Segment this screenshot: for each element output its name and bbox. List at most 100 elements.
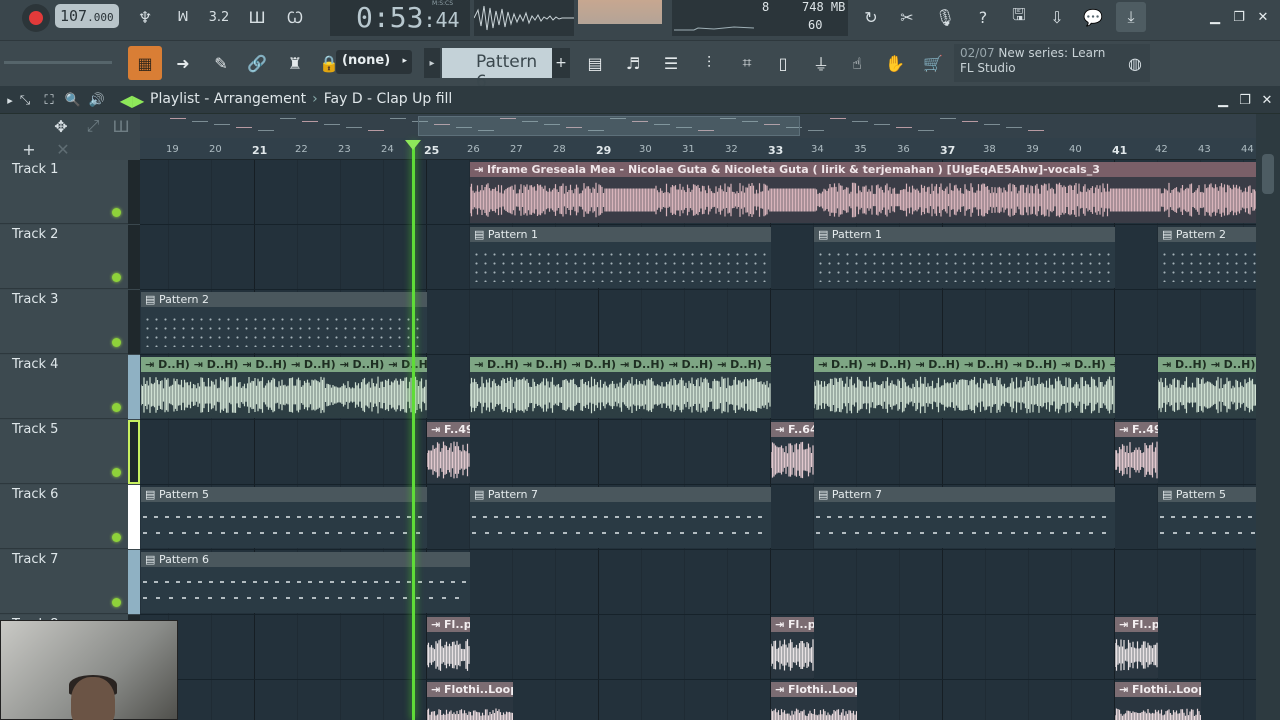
step-edit-icon[interactable]: Ш [242,2,272,32]
globe-icon[interactable]: ◍ [1120,48,1150,78]
pattern-clip[interactable]: ▤ Pattern 6 [141,552,470,613]
plugin-picker-icon[interactable]: ⌗ [730,46,764,80]
audio-clip-flp[interactable]: ⇥ Fl..p [427,617,470,678]
track-color-strip[interactable] [128,160,140,224]
maximize-icon[interactable]: ❐ [1228,6,1250,28]
track-header[interactable]: Track 1 [0,160,128,224]
audio-clip-flp[interactable]: ⇥ Fl..p [771,617,814,678]
piano-roll-icon[interactable]: ♬ [616,46,650,80]
playlist-icon[interactable]: ▤ [578,46,612,80]
track-color-strip[interactable] [128,355,140,419]
blend-notes-icon[interactable]: Ꞷ [280,2,310,32]
overview-window[interactable] [418,116,800,136]
scrollbar-thumb[interactable] [1262,154,1274,194]
audio-clip-dh[interactable]: ⇥ D..H) ⇥ D..H) ⇥ D..H) [1158,357,1256,418]
audio-clip-dh[interactable]: ⇥ D..H) ⇥ D..H) ⇥ D..H) ⇥ D..H) ⇥ D..H) … [470,357,771,418]
arrow-right-icon[interactable]: ➜ [166,46,200,80]
audio-clip-flothi[interactable]: ⇥ Flothi..Loop [427,682,513,720]
track-header[interactable]: Track 2 [0,225,128,289]
vertical-scrollbar[interactable] [1256,114,1280,720]
wait-for-input-icon[interactable]: ꟽ [168,2,198,32]
playlist-grid[interactable]: ⇥ Iframe Greseala Mea - Nicolae Guta & N… [140,160,1256,720]
master-pitch-slider[interactable] [4,61,112,64]
pattern-clip[interactable]: ▤ Pattern 2 [141,292,427,353]
track-mute-led[interactable] [112,598,121,607]
audio-clip-vocals[interactable]: ⇥ Iframe Greseala Mea - Nicolae Guta & N… [470,162,1256,223]
add-track-icon[interactable]: + [16,138,42,160]
pattern-clip[interactable]: ▤ Pattern 5 [1158,487,1256,548]
pattern-clip[interactable]: ▤ Pattern 7 [470,487,771,548]
playlist-minimize-icon[interactable]: ▁ [1212,89,1234,111]
audio-clip-fill[interactable]: ⇥ F..49 [1115,422,1158,483]
track-header[interactable]: Track 4 [0,355,128,419]
pattern-prev-button[interactable]: ▸ [424,48,440,78]
audio-clip-dh[interactable]: ⇥ D..H) ⇥ D..H) ⇥ D..H) ⇥ D..H) ⇥ D..H) … [141,357,427,418]
pointer-tool-icon[interactable]: ⤡ [14,86,36,114]
piano-roll-mini-icon[interactable]: Ш [108,114,134,138]
playlist-maximize-icon[interactable]: ❐ [1234,89,1256,111]
track-color-strip[interactable] [128,485,140,549]
pencil-icon[interactable]: ✎ [204,46,238,80]
download-icon[interactable]: ⤓ [1116,2,1146,32]
metronome-icon[interactable]: ♆ [130,2,160,32]
track-mute-led[interactable] [112,273,121,282]
track-mute-led[interactable] [112,533,121,542]
pattern-clip[interactable]: ▤ Pattern 2 [1158,227,1256,288]
track-color-strip[interactable] [128,290,140,354]
close-icon[interactable]: ✕ [1252,6,1274,28]
add-pattern-button[interactable]: + [552,48,570,78]
playback-tool-icon[interactable]: 🔊 [86,86,108,114]
track-header[interactable]: Track 6 [0,485,128,549]
pattern-clip[interactable]: ▤ Pattern 1 [814,227,1115,288]
browser-icon[interactable]: ▯ [766,46,800,80]
countdown-icon[interactable]: 3.2 [204,2,234,32]
cart-icon[interactable]: 🛒 [916,46,950,80]
track-mute-led[interactable] [112,468,121,477]
undo-icon[interactable]: ↻ [856,2,886,32]
playhead-marker[interactable] [405,140,421,150]
audio-clip-fill[interactable]: ⇥ F..64 [771,422,814,483]
track-color-strip[interactable] [128,550,140,614]
track-header[interactable]: Track 7 [0,550,128,614]
playlist-view-icon[interactable]: ▦ [128,46,162,80]
track-color-strip[interactable] [128,420,140,484]
link-icon[interactable]: 🔗 [240,46,274,80]
zoom-tool-icon[interactable]: 🔍 [62,86,84,114]
audio-clip-flothi[interactable]: ⇥ Flothi..Loop [771,682,857,720]
plugin-icon[interactable]: ⏚ [804,46,838,80]
pattern-selector[interactable]: Pattern 6 [442,48,552,92]
track-color-strip[interactable] [128,225,140,289]
stamp-icon[interactable]: ♜ [278,46,312,80]
multi-link-icon[interactable]: ✥ [46,114,76,138]
render-icon[interactable]: ⇩ [1042,2,1072,32]
microphone-icon[interactable]: 🎙 [930,2,960,32]
help-icon[interactable]: ? [968,2,998,32]
save-icon[interactable]: 🖫 [1004,2,1034,32]
select-tool-icon[interactable]: ⛶ [38,86,60,114]
track-mute-led[interactable] [112,208,121,217]
pattern-clip[interactable]: ▤ Pattern 5 [141,487,427,548]
snap-icon[interactable]: ◀▶ [120,86,145,114]
channel-selector[interactable]: (none) ▸ [336,50,412,74]
track-mute-led[interactable] [112,403,121,412]
touch-controller-icon[interactable]: ☝ [840,46,874,80]
channel-rack-icon[interactable]: ☰ [654,46,688,80]
arrangement-name[interactable]: Fay D - Clap Up fill [324,91,453,107]
playhead[interactable] [412,142,415,720]
tempo-display[interactable]: 107.000 [55,4,119,28]
record-button[interactable] [22,4,50,32]
chat-icon[interactable]: 💬 [1078,2,1108,32]
track-header[interactable]: Track 5 [0,420,128,484]
remove-track-icon[interactable]: ✕ [50,138,76,160]
minimize-icon[interactable]: ▁ [1204,6,1226,28]
link-channels-icon[interactable]: ⤢ [80,114,106,138]
pattern-clip[interactable]: ▤ Pattern 7 [814,487,1115,548]
cut-icon[interactable]: ✂ [892,2,922,32]
tempo-tapper-icon[interactable]: ✋ [878,46,912,80]
audio-clip-flothi[interactable]: ⇥ Flothi..Loop [1115,682,1201,720]
audio-clip-fill[interactable]: ⇥ F..49 [427,422,470,483]
pattern-clip[interactable]: ▤ Pattern 1 [470,227,771,288]
track-mute-led[interactable] [112,338,121,347]
mixer-icon[interactable]: ⫶ [692,46,726,80]
track-header[interactable]: Track 3 [0,290,128,354]
